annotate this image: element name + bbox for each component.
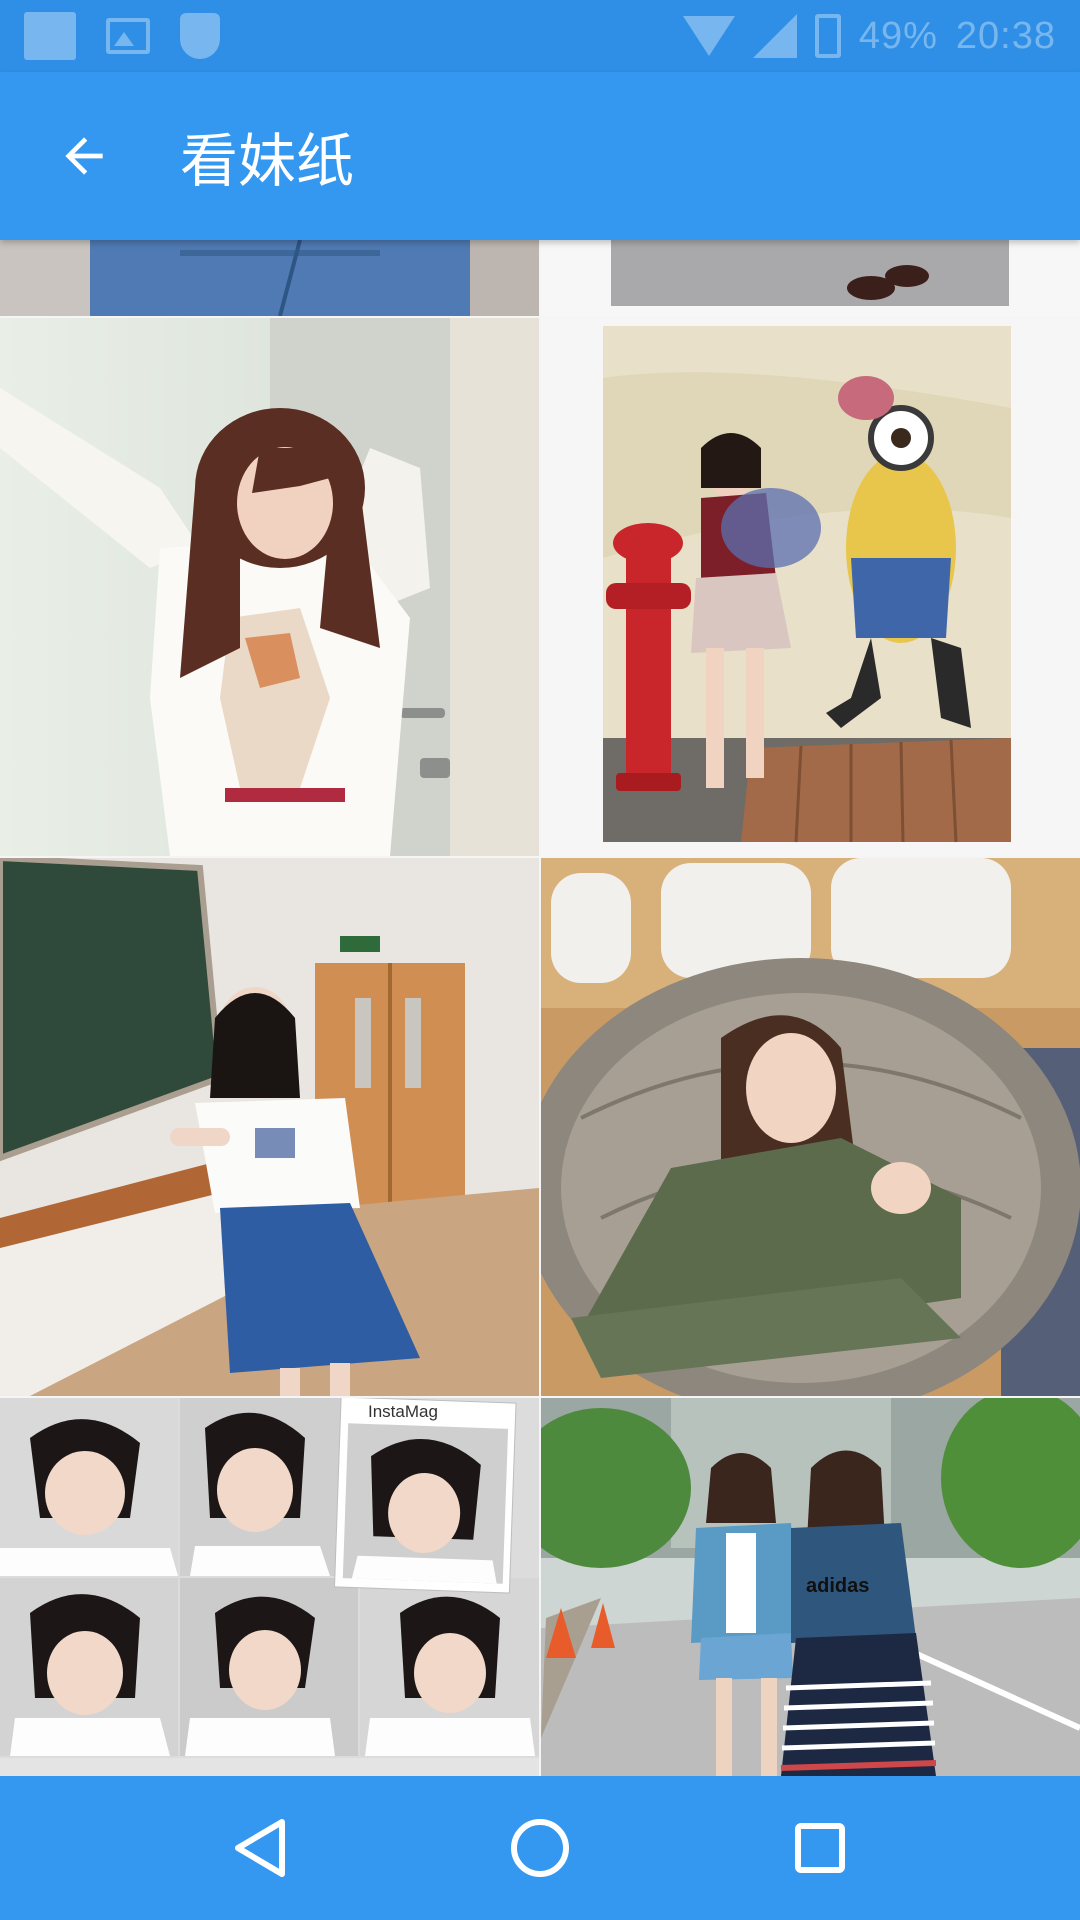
- battery-percent: 49%: [858, 14, 938, 57]
- status-bar: 49% 20:38: [0, 0, 1080, 72]
- back-button[interactable]: [0, 72, 168, 240]
- photo-partial-right-top[interactable]: [541, 240, 1080, 316]
- recents-square-icon: [795, 1823, 845, 1873]
- photo-girl-hydrant-minion-wall[interactable]: [541, 318, 1080, 856]
- instamag-label: InstaMag: [368, 1402, 438, 1421]
- nav-recents-button[interactable]: [760, 1788, 880, 1908]
- photo-two-girls-street[interactable]: adidas: [541, 1398, 1080, 1776]
- page-title: 看妹纸: [180, 127, 355, 195]
- back-triangle-icon: [235, 1819, 285, 1877]
- photo-girl-white-lace-top[interactable]: [0, 318, 539, 856]
- screen: 49% 20:38 看妹纸 InstaMag adidas: [0, 0, 1080, 1920]
- arrow-left-icon: [65, 137, 103, 175]
- home-circle-icon: [511, 1819, 569, 1877]
- photo-girl-classroom-denim-skirt[interactable]: [0, 858, 539, 1396]
- battery-icon: [814, 14, 841, 58]
- shield-icon: [180, 13, 220, 59]
- adidas-logo-text: adidas: [806, 1575, 870, 1597]
- wifi-icon: [682, 16, 735, 56]
- signal-icon: [752, 14, 797, 58]
- nav-back-button[interactable]: [200, 1788, 320, 1908]
- status-bar-system: 49% 20:38: [682, 14, 1056, 58]
- photo-short-hair-collage[interactable]: InstaMag: [0, 1398, 539, 1776]
- navigation-bar: [0, 1776, 1080, 1920]
- app-bar: 看妹纸: [0, 72, 1080, 240]
- clock: 20:38: [955, 14, 1056, 57]
- photo-partial-left-top[interactable]: [0, 240, 539, 316]
- notification-square-icon: [24, 12, 76, 60]
- photo-grid[interactable]: InstaMag adidas: [0, 240, 1080, 1776]
- status-bar-notifications: [24, 12, 220, 60]
- photo-girl-papasan-chair[interactable]: [541, 858, 1080, 1396]
- nav-home-button[interactable]: [480, 1788, 600, 1908]
- image-icon: [106, 18, 150, 54]
